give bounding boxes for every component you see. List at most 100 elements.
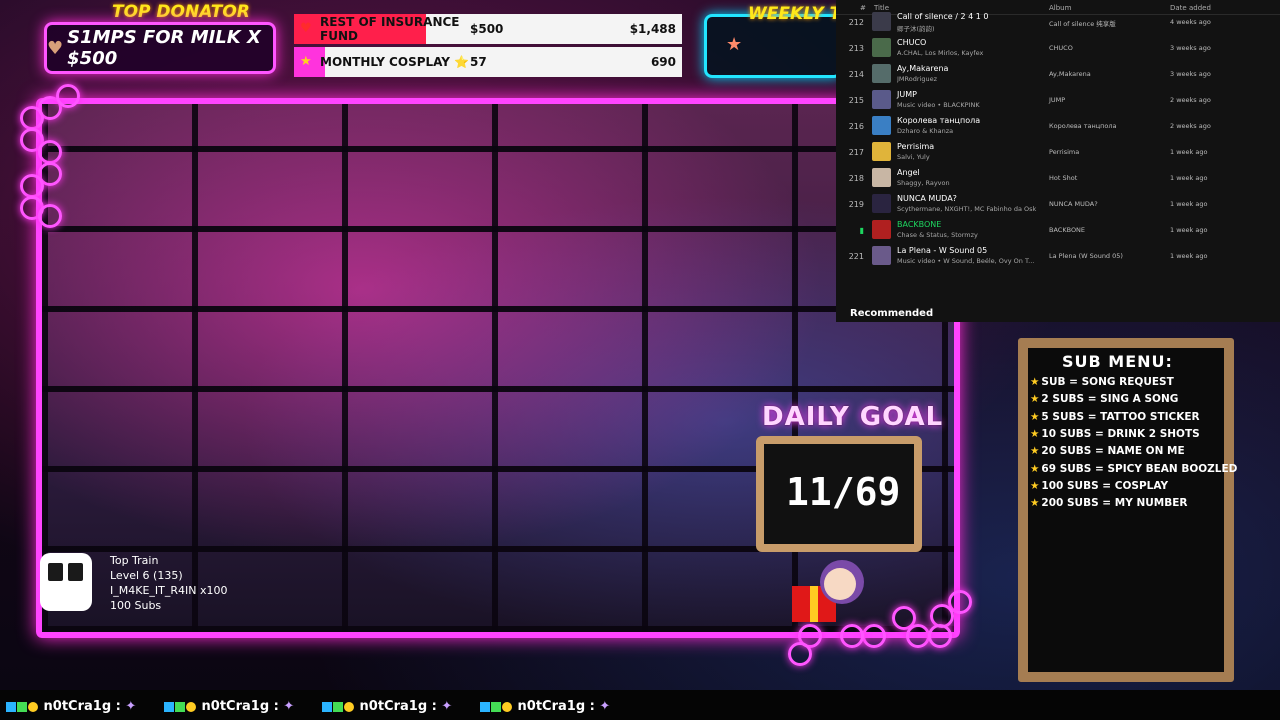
character-sticker	[792, 560, 864, 622]
playlist-track[interactable]: 216 Королева танцпола Dzharo & Khanza Ко…	[836, 112, 1280, 138]
chat-message: n0tCra1g : ✦	[480, 699, 610, 714]
badge-icon	[164, 701, 174, 712]
track-artist[interactable]: Music video • W Sound, Beéle, Ovy On T..…	[897, 257, 1067, 265]
emote-icon: ✦	[599, 699, 611, 714]
track-album[interactable]: La Plena (W Sound 05)	[1049, 252, 1123, 260]
hex-decoration	[788, 642, 812, 666]
sub-menu-item: ★ 2 SUBS = SING A SONG	[1030, 393, 1179, 405]
track-artist[interactable]: Dzharo & Khanza	[897, 127, 1067, 135]
badge-icon	[28, 701, 38, 712]
track-artist[interactable]: A.CHAL, Los Mirlos, Kayfex	[897, 49, 1067, 57]
goal-target: $1,488	[629, 22, 676, 36]
track-title[interactable]: NUNCA MUDA?	[897, 194, 957, 203]
track-number: 219	[848, 200, 864, 209]
track-title[interactable]: BACKBONE	[897, 220, 941, 229]
badge-icon	[502, 701, 512, 712]
star-icon: ★	[1030, 497, 1040, 509]
hex-decoration	[862, 624, 886, 648]
hex-decoration	[56, 84, 80, 108]
hex-decoration	[906, 624, 930, 648]
track-date-added: 1 week ago	[1170, 200, 1208, 208]
track-title[interactable]: Perrisima	[897, 142, 934, 151]
track-date-added: 1 week ago	[1170, 252, 1208, 260]
track-date-added: 4 weeks ago	[1170, 18, 1211, 26]
sub-menu-item: ★ SUB = SONG REQUEST	[1030, 376, 1174, 388]
track-album[interactable]: Королева танцпола	[1049, 122, 1117, 130]
track-number: 217	[848, 148, 864, 157]
track-title[interactable]: La Plena - W Sound 05	[897, 246, 987, 255]
playlist-track[interactable]: 218 Angel Shaggy, Rayvon Hot Shot 1 week…	[836, 164, 1280, 190]
chat-username[interactable]: n0tCra1g	[44, 699, 112, 714]
track-artwork	[872, 220, 891, 239]
emote-icon: ✦	[125, 699, 137, 714]
track-album[interactable]: Call of silence 纯享版	[1049, 18, 1116, 28]
track-number: 212	[848, 18, 864, 27]
track-title[interactable]: JUMP	[897, 90, 917, 99]
train-window	[68, 563, 83, 581]
goal-label: MONTHLY COSPLAY ⭐	[320, 55, 470, 69]
star-icon: ★	[726, 34, 743, 55]
sub-menu-item: ★ 20 SUBS = NAME ON ME	[1030, 445, 1185, 457]
daily-goal-value: 11/69	[786, 470, 901, 514]
playlist-track[interactable]: 221 La Plena - W Sound 05 Music video • …	[836, 242, 1280, 268]
track-album[interactable]: JUMP	[1049, 96, 1065, 104]
track-title[interactable]: Королева танцпола	[897, 116, 980, 125]
playlist-track[interactable]: 212 Call of silence / 2 4 1 0 卿子沐(韵韵) Ca…	[836, 8, 1280, 34]
track-artwork	[872, 168, 891, 187]
track-artist[interactable]: Salvi, Yuly	[897, 153, 1067, 161]
track-artist[interactable]: JMRodriguez	[897, 75, 1067, 83]
hex-decoration	[20, 174, 44, 198]
playlist-track[interactable]: 219 NUNCA MUDA? Scythermane, NXGHT!, MC …	[836, 190, 1280, 216]
track-date-added: 3 weeks ago	[1170, 70, 1211, 78]
track-album[interactable]: Hot Shot	[1049, 174, 1077, 182]
track-number: 215	[848, 96, 864, 105]
track-artwork	[872, 12, 891, 31]
playlist-track[interactable]: 217 Perrisima Salvi, Yuly Perrisima 1 we…	[836, 138, 1280, 164]
star-icon: ★	[1030, 480, 1040, 492]
sub-menu-item: ★ 5 SUBS = TATTOO STICKER	[1030, 411, 1200, 423]
goal-current: $500	[470, 22, 504, 36]
badge-icon	[322, 701, 332, 712]
track-album[interactable]: Perrisima	[1049, 148, 1079, 156]
top-train-level: Level 6 (135)	[110, 569, 183, 582]
goal-bar-cosplay: ★ MONTHLY COSPLAY ⭐ 57 690	[294, 47, 682, 77]
track-title[interactable]: Angel	[897, 168, 920, 177]
track-album[interactable]: NUNCA MUDA?	[1049, 200, 1098, 208]
chat-username[interactable]: n0tCra1g	[518, 699, 586, 714]
track-album[interactable]: CHUCO	[1049, 44, 1073, 52]
top-train-title: Top Train	[110, 554, 159, 567]
goal-target: 690	[650, 55, 676, 69]
heart-icon: ♥	[300, 21, 312, 36]
track-artist[interactable]: Scythermane, NXGHT!, MC Fabinho da Osk	[897, 205, 1067, 213]
track-title[interactable]: Call of silence / 2 4 1 0	[897, 12, 988, 21]
track-number: 221	[848, 252, 864, 261]
track-title[interactable]: CHUCO	[897, 38, 926, 47]
track-artist[interactable]: 卿子沐(韵韵)	[897, 23, 1067, 33]
sub-menu-board	[1018, 338, 1234, 682]
playlist-track-now-playing[interactable]: ▮ BACKBONE Chase & Status, Stormzy BACKB…	[836, 216, 1280, 242]
recommended-heading: Recommended	[850, 308, 934, 319]
playlist-track[interactable]: 214 Ay,Makarena JMRodriguez Ay,Makarena …	[836, 60, 1280, 86]
star-icon: ★	[300, 54, 312, 69]
sub-menu-item: ★ 100 SUBS = COSPLAY	[1030, 480, 1169, 492]
track-artwork	[872, 38, 891, 57]
track-artist[interactable]: Shaggy, Rayvon	[897, 179, 1067, 187]
chat-username[interactable]: n0tCra1g	[202, 699, 270, 714]
track-artwork	[872, 142, 891, 161]
playlist-track[interactable]: 213 CHUCO A.CHAL, Los Mirlos, Kayfex CHU…	[836, 34, 1280, 60]
chat-message: n0tCra1g : ✦	[322, 699, 452, 714]
chat-username[interactable]: n0tCra1g	[360, 699, 428, 714]
heart-icon: ♥	[47, 37, 64, 59]
track-title[interactable]: Ay,Makarena	[897, 64, 948, 73]
emote-icon: ✦	[441, 699, 453, 714]
track-album[interactable]: BACKBONE	[1049, 226, 1085, 234]
track-artist[interactable]: Music video • BLACKPINK	[897, 101, 1067, 109]
badge-icon	[491, 701, 501, 712]
hex-decoration	[20, 106, 44, 130]
track-artist[interactable]: Chase & Status, Stormzy	[897, 231, 1067, 239]
track-album[interactable]: Ay,Makarena	[1049, 70, 1091, 78]
chat-message: n0tCra1g : ✦	[164, 699, 294, 714]
badge-icon	[333, 701, 343, 712]
playlist-track[interactable]: 215 JUMP Music video • BLACKPINK JUMP 2 …	[836, 86, 1280, 112]
track-artwork	[872, 90, 891, 109]
